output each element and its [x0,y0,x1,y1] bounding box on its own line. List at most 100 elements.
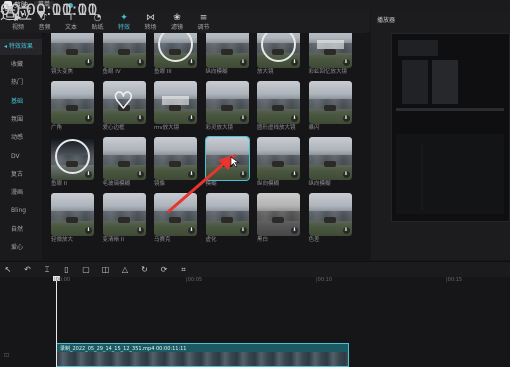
effect-tile-label: 轻微放大 [51,237,74,243]
rotate-icon[interactable]: ↻ [139,264,151,276]
effect-tile-label: 虚化 [205,237,217,243]
download-icon[interactable]: ⬇ [291,115,298,122]
sidebar-item[interactable]: 动感 [0,130,42,146]
download-icon[interactable]: ⬇ [85,115,92,122]
sidebar-item[interactable]: 收藏 [0,57,42,73]
tool-transition[interactable]: ⋈ 转场 [137,11,165,33]
effect-tile[interactable]: ⬇ [102,193,146,236]
effect-tile[interactable]: ⬇ [205,81,249,124]
effect-tile[interactable]: ⬇ [308,193,352,236]
sidebar-item[interactable]: DV [0,149,42,165]
effect-tile[interactable]: ⬇ [154,81,197,124]
effect-tile-label: 镜头变焦 [51,69,74,75]
sidebar-item[interactable]: 爱心 [0,240,42,256]
effect-tile[interactable]: ⬇ [205,33,249,68]
preview-title: 播放器 [377,17,396,24]
reverse-icon[interactable]: ⟳ [158,264,170,276]
ratio-select[interactable]: 适应 ▾ [0,0,45,24]
effect-tile[interactable]: ⬇ [51,81,94,124]
download-icon[interactable]: ⬇ [136,227,144,234]
download-icon[interactable]: ⬇ [239,59,247,66]
bar-overlay [316,40,344,49]
sidebar-header[interactable]: ◂ 特效效果 [0,39,42,55]
download-icon[interactable]: ⬇ [342,227,350,234]
download-icon[interactable]: ⬇ [291,227,298,234]
sidebar-item[interactable]: 基础 [0,94,42,110]
effect-tile-label: 彩虹回忆放大镜 [308,69,348,75]
download-icon[interactable]: ⬇ [188,115,195,122]
effect-tile[interactable]: ⬇ [102,137,146,180]
effect-tile[interactable]: ⬇ [102,33,146,68]
mirror-icon[interactable]: △ [119,264,131,276]
tool-effects[interactable]: ✦ 特效 [110,11,138,33]
adjust-icon: ≡ [199,13,208,23]
effects-icon: ✦ [120,13,128,23]
download-icon[interactable]: ⬇ [188,59,195,66]
effect-tile[interactable]: ♥ ⬇ [102,81,146,124]
download-icon[interactable]: ⬇ [342,171,350,178]
download-icon[interactable]: ⬇ [291,59,298,66]
download-icon[interactable]: ⬇ [136,59,144,66]
deer-figure [66,49,78,55]
deer-figure [117,217,130,223]
grid-icon[interactable]: ⌗ [178,264,190,276]
effect-tile[interactable]: ⬇ [308,33,352,68]
effect-tile[interactable]: ⬇ [51,137,94,180]
sidebar-item[interactable]: 氛围 [0,112,42,128]
download-icon[interactable]: ⬇ [239,115,247,122]
video-clip[interactable]: 录制_2022_05_29_14_15_12_351.mp4 00:00:11:… [56,343,349,367]
effect-tile[interactable]: ⬇ [308,137,352,180]
effect-tile[interactable]: ⬇ [257,33,300,68]
deer-figure [272,161,284,167]
delete-icon[interactable]: ▯ [61,264,73,276]
download-icon[interactable]: ⬇ [188,227,195,234]
split-icon[interactable]: ⌶ [41,264,53,276]
download-icon[interactable]: ⬇ [85,171,92,178]
tool-filter[interactable]: ❀ 滤镜 [163,11,191,33]
crop-icon[interactable]: ◫ [100,264,112,276]
download-icon[interactable]: ⬇ [85,227,92,234]
download-icon[interactable]: ⬇ [136,171,144,178]
download-icon[interactable]: ⬇ [291,171,298,178]
download-icon[interactable]: ⬇ [342,59,350,66]
tool-label: 滤镜 [170,24,183,31]
effect-tile[interactable]: ⬇ [51,193,94,236]
red-arrow-annotation [167,154,236,214]
tool-label: 视频 [11,24,24,31]
sidebar-item[interactable]: 漫画 [0,185,42,201]
sidebar-item[interactable]: Bling [0,203,42,219]
effect-tile[interactable]: ⬇ [154,33,197,68]
sidebar-item[interactable]: 热门 [0,75,42,91]
download-icon[interactable]: ⬇ [136,115,144,122]
deer-figure [117,161,130,167]
preview-screen[interactable] [391,33,510,222]
download-icon[interactable]: ⬇ [239,227,247,234]
tool-adjust[interactable]: ≡ 调节 [190,11,218,33]
deer-figure [323,49,336,55]
playhead[interactable] [53,276,60,367]
undo-icon[interactable]: ↶ [22,264,34,276]
heart-overlay-icon: ♥ [113,89,134,114]
effect-tile[interactable]: ⬇ [308,81,352,124]
sidebar-item[interactable]: 复古 [0,167,42,183]
download-icon[interactable]: ⬇ [85,59,92,66]
sidebar-item[interactable]: 自然 [0,222,42,238]
effect-tile-label: 色差 [308,237,320,243]
effect-tile[interactable]: ⬇ [257,137,300,180]
deer-figure [169,105,181,111]
select-icon[interactable]: ↖ [2,264,14,276]
timeline-ruler[interactable] [0,277,510,289]
effect-tile[interactable]: ⬇ [51,33,94,68]
deer-figure [66,217,78,223]
download-icon[interactable]: ⬇ [239,171,247,178]
freeze-icon[interactable]: ▢ [80,264,92,276]
deer-figure [272,105,284,111]
effect-tile[interactable]: ⬇ [257,193,300,236]
track-icon: ⊡ [4,352,10,359]
effect-tile-label: mv放大镜 [154,125,180,131]
effect-tile[interactable]: ⬇ [257,81,300,124]
tool-label: 转场 [144,24,157,31]
effect-tile-label: 广角 [51,125,63,131]
download-icon[interactable]: ⬇ [342,115,350,122]
bar-overlay [162,96,189,105]
